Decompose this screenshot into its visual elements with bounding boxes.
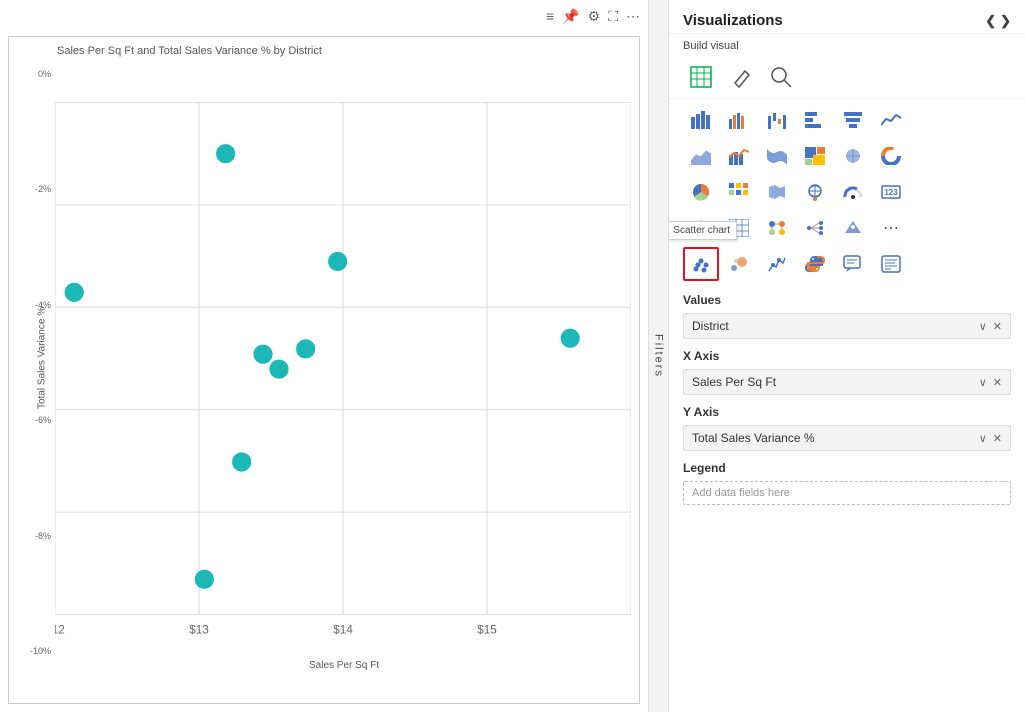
viz-decomp-tree[interactable] bbox=[797, 211, 833, 245]
more-icon[interactable]: ⋯ bbox=[626, 8, 640, 25]
viz-gauge[interactable] bbox=[835, 175, 871, 209]
viz-azure-map[interactable] bbox=[797, 175, 833, 209]
legend-section-label: Legend bbox=[669, 453, 1025, 479]
y-axis-section-label: Y Axis bbox=[669, 397, 1025, 423]
data-point-4[interactable] bbox=[269, 360, 288, 379]
svg-text:$13: $13 bbox=[189, 624, 209, 637]
data-point-7[interactable] bbox=[232, 452, 251, 471]
x-axis-field-pill[interactable]: Sales Per Sq Ft ∨ ✕ bbox=[683, 369, 1011, 395]
viz-donut-chart[interactable] bbox=[873, 139, 909, 173]
viz-ribbon[interactable] bbox=[759, 139, 795, 173]
viz-nav-left[interactable]: ❮ bbox=[985, 13, 996, 29]
pin-icon[interactable]: 📌 bbox=[562, 8, 579, 25]
svg-text:$14: $14 bbox=[333, 624, 353, 637]
y-axis-chevron[interactable]: ∨ bbox=[979, 432, 987, 445]
viz-combo[interactable] bbox=[721, 139, 757, 173]
y-axis-field-text: Total Sales Variance % bbox=[692, 431, 815, 445]
x-axis-close[interactable]: ✕ bbox=[993, 376, 1002, 389]
y-axis-label: Total Sales Variance % bbox=[37, 309, 48, 409]
viz-panel-title: Visualizations bbox=[683, 12, 783, 29]
y-tick-5: -10% bbox=[30, 646, 51, 656]
viz-line-chart[interactable] bbox=[873, 103, 909, 137]
x-axis-pill-icons: ∨ ✕ bbox=[979, 376, 1002, 389]
filters-sidebar[interactable]: Filters bbox=[648, 0, 668, 712]
scatter-tooltip: Scatter chart bbox=[668, 221, 737, 240]
chart-title: Sales Per Sq Ft and Total Sales Variance… bbox=[17, 45, 631, 57]
data-point-3[interactable] bbox=[253, 345, 272, 364]
viz-nav-arrows: ❮ ❯ bbox=[985, 13, 1011, 29]
viz-stacked-bar[interactable] bbox=[683, 103, 719, 137]
viz-icon-grid: 123 ⋯ Scatter chart bbox=[669, 99, 1025, 285]
viz-smart-narrative[interactable] bbox=[873, 247, 909, 281]
values-section-label: Values bbox=[669, 285, 1025, 311]
y-tick-1: -2% bbox=[35, 184, 51, 194]
viz-comment[interactable] bbox=[835, 247, 871, 281]
values-district-pill[interactable]: District ∨ ✕ bbox=[683, 313, 1011, 339]
svg-text:123: 123 bbox=[884, 188, 898, 197]
viz-type-row-main bbox=[669, 56, 1025, 99]
viz-ai-visual[interactable] bbox=[835, 211, 871, 245]
viz-area-chart[interactable] bbox=[683, 139, 719, 173]
viz-icon-pen[interactable] bbox=[723, 60, 759, 94]
viz-bubble[interactable] bbox=[721, 247, 757, 281]
viz-icon-table[interactable] bbox=[683, 60, 719, 94]
viz-matrix[interactable] bbox=[721, 175, 757, 209]
build-visual-label: Build visual bbox=[669, 34, 1025, 56]
values-chevron[interactable]: ∨ bbox=[979, 320, 987, 333]
viz-matrix-map[interactable] bbox=[759, 211, 795, 245]
viz-header: Visualizations ❮ ❯ bbox=[669, 0, 1025, 34]
viz-treemap[interactable] bbox=[797, 139, 833, 173]
viz-r-visual[interactable] bbox=[759, 247, 795, 281]
viz-map-shape[interactable] bbox=[835, 139, 871, 173]
chart-toolbar: ≡ 📌 ⚙ ⛶ ⋯ bbox=[0, 0, 648, 32]
y-tick-3: -6% bbox=[35, 415, 51, 425]
viz-scatter-chart[interactable]: Scatter chart bbox=[683, 247, 719, 281]
viz-funnel[interactable] bbox=[835, 103, 871, 137]
viz-waterfall[interactable] bbox=[759, 103, 795, 137]
svg-text:$15: $15 bbox=[477, 624, 497, 637]
y-tick-4: -8% bbox=[35, 531, 51, 541]
data-point-6[interactable] bbox=[328, 252, 347, 271]
y-tick-0: 0% bbox=[38, 69, 51, 79]
scatter-chart-container: Sales Per Sq Ft and Total Sales Variance… bbox=[8, 36, 640, 704]
svg-text:$12: $12 bbox=[55, 624, 65, 637]
viz-filled-map[interactable] bbox=[759, 175, 795, 209]
viz-more[interactable]: ⋯ bbox=[873, 211, 909, 245]
data-point-9[interactable] bbox=[561, 329, 580, 348]
viz-nav-right[interactable]: ❯ bbox=[1000, 13, 1011, 29]
legend-drop-zone[interactable]: Add data fields here bbox=[683, 481, 1011, 505]
x-axis-field-text: Sales Per Sq Ft bbox=[692, 375, 776, 389]
filters-label: Filters bbox=[653, 334, 665, 378]
x-axis-label: Sales Per Sq Ft bbox=[17, 660, 631, 671]
viz-panel: Visualizations ❮ ❯ Build visual bbox=[668, 0, 1025, 712]
y-axis-pill-icons: ∨ ✕ bbox=[979, 432, 1002, 445]
viz-python[interactable] bbox=[797, 247, 833, 281]
y-axis-close[interactable]: ✕ bbox=[993, 432, 1002, 445]
expand-icon[interactable]: ⛶ bbox=[608, 8, 618, 25]
viz-pie-chart[interactable] bbox=[683, 175, 719, 209]
data-point-1[interactable] bbox=[65, 283, 84, 302]
scatter-svg: $12 $13 $14 $15 bbox=[55, 61, 631, 656]
x-axis-chevron[interactable]: ∨ bbox=[979, 376, 987, 389]
viz-icon-search-chart[interactable] bbox=[763, 60, 799, 94]
data-point-5[interactable] bbox=[296, 339, 315, 358]
menu-icon[interactable]: ≡ bbox=[546, 8, 554, 24]
viz-bar-chart[interactable] bbox=[797, 103, 833, 137]
values-district-text: District bbox=[692, 319, 729, 333]
y-axis-field-pill[interactable]: Total Sales Variance % ∨ ✕ bbox=[683, 425, 1011, 451]
filter-icon[interactable]: ⚙ bbox=[588, 8, 601, 25]
data-point-2[interactable] bbox=[216, 144, 235, 163]
x-axis-section-label: X Axis bbox=[669, 341, 1025, 367]
viz-card[interactable]: 123 bbox=[873, 175, 909, 209]
values-pill-icons: ∨ ✕ bbox=[979, 320, 1002, 333]
data-point-8[interactable] bbox=[195, 570, 214, 589]
viz-clustered-bar[interactable] bbox=[721, 103, 757, 137]
values-close[interactable]: ✕ bbox=[993, 320, 1002, 333]
chart-panel: ≡ 📌 ⚙ ⛶ ⋯ Sales Per Sq Ft and Total Sale… bbox=[0, 0, 648, 712]
